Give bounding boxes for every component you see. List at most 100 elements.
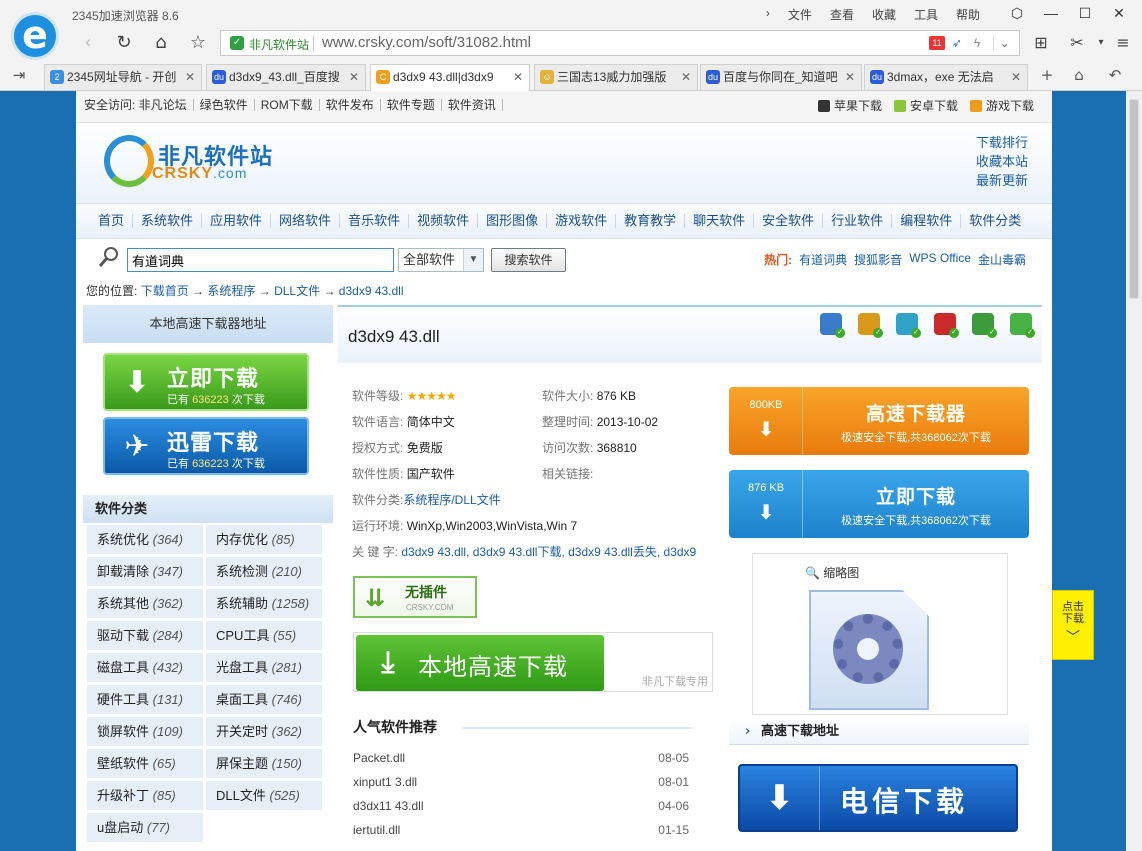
tab-2345[interactable]: 2 2345网址导航 - 开创 ✕	[44, 64, 202, 90]
tab-crsky[interactable]: C d3dx9 43.dll|d3dx9 ✕	[370, 64, 530, 92]
nav-education[interactable]: 教育教学	[616, 214, 686, 228]
fast-downloader-button[interactable]: 800KB ⬇ 高速下载器 极速安全下载,共368062次下载	[729, 387, 1029, 455]
category-item[interactable]: 开关定时 (362)	[206, 717, 322, 746]
back-icon[interactable]: ‹	[76, 32, 100, 54]
menu-favorites[interactable]: 收藏	[870, 6, 898, 23]
category-item[interactable]: 系统其他 (362)	[87, 589, 203, 618]
tab-manager-icon[interactable]: ⌂	[1068, 64, 1090, 86]
hot-item[interactable]: 金山毒霸	[978, 251, 1026, 268]
list-item[interactable]: Packet.dll 08-05	[353, 751, 689, 765]
category-item[interactable]: 系统优化 (364)	[87, 525, 203, 554]
more-menu-icon[interactable]: ≡	[1110, 32, 1136, 54]
instant-download-right-button[interactable]: 876 KB ⬇ 立即下载 极速安全下载,共368062次下载	[729, 470, 1029, 538]
nav-music[interactable]: 音乐软件	[340, 214, 410, 228]
menu-tools[interactable]: 工具	[912, 6, 940, 23]
rocket-icon[interactable]: ➶	[949, 36, 965, 50]
tab-close-icon[interactable]: ✕	[185, 65, 195, 89]
crumb-system[interactable]: 系统程序	[207, 284, 255, 298]
keyword-links[interactable]: d3dx9 43.dll, d3dx9 43.dll下载, d3dx9 43.d…	[401, 545, 696, 559]
minimize-icon[interactable]: —	[1034, 2, 1068, 24]
menu-help[interactable]: 帮助	[954, 6, 982, 23]
category-item[interactable]: 锁屏软件 (109)	[87, 717, 203, 746]
category-item[interactable]: 卸载清除 (347)	[87, 557, 203, 586]
brand-domain[interactable]: CRSKY.com	[152, 165, 247, 183]
category-item[interactable]: 磁盘工具 (432)	[87, 653, 203, 682]
category-item[interactable]: CPU工具 (55)	[206, 621, 322, 650]
category-item[interactable]: 内存优化 (85)	[206, 525, 322, 554]
toplink-rom[interactable]: ROM下载	[255, 99, 320, 111]
nav-categories[interactable]: 软件分类	[961, 214, 1029, 228]
tab-sanguo[interactable]: ☺ 三国志13威力加强版 ✕	[534, 64, 698, 90]
no-plugin-badge[interactable]: ⇊ 无插件 CRSKY.COM	[353, 576, 477, 618]
category-item[interactable]: 屏保主题 (150)	[206, 749, 322, 778]
address-dropdown-icon[interactable]: ⌄	[993, 36, 1015, 50]
lightning-icon[interactable]: ϟ	[969, 36, 985, 50]
list-item[interactable]: iertutil.dll 01-15	[353, 823, 689, 837]
floating-download-button[interactable]: 点击 下载 ﹀	[1052, 590, 1094, 660]
nav-video[interactable]: 视频软件	[409, 214, 479, 228]
sidebar-toggle-icon[interactable]: ⇥	[8, 64, 30, 86]
instant-download-button[interactable]: ⬇ 立即下载 已有 636223 次下载	[103, 353, 309, 411]
nav-system[interactable]: 系统软件	[133, 214, 203, 228]
search-scope-select[interactable]: 全部软件 ▼	[398, 248, 484, 272]
nav-security[interactable]: 安全软件	[754, 214, 824, 228]
crumb-current[interactable]: d3dx9 43.dll	[339, 284, 404, 298]
tab-baidu-zhidao[interactable]: du 百度与你同在_知道吧 ✕	[700, 64, 862, 90]
address-bar[interactable]: ✓ 非凡软件站 www.crsky.com/soft/31082.html 11…	[220, 30, 1020, 56]
category-item[interactable]: 硬件工具 (131)	[87, 685, 203, 714]
toplink-forum[interactable]: 安全访问: 非凡论坛	[84, 99, 194, 111]
toplink-publish[interactable]: 软件发布	[320, 99, 381, 111]
vertical-scrollbar[interactable]	[1126, 91, 1142, 851]
search-button[interactable]: 搜索软件	[491, 248, 566, 272]
list-item[interactable]: xinput1 3.dll 08-01	[353, 775, 689, 789]
telecom-download-button[interactable]: ⬇ 电信下载	[738, 764, 1018, 832]
menu-file[interactable]: 文件	[786, 6, 814, 23]
category-item[interactable]: 系统检测 (210)	[206, 557, 322, 586]
category-item[interactable]: 系统辅助 (1258)	[206, 589, 322, 618]
crsky-logo-icon[interactable]	[104, 135, 154, 187]
home-icon[interactable]: ⌂	[149, 32, 173, 54]
category-link[interactable]: 系统程序/DLL文件	[403, 493, 500, 507]
category-item[interactable]: 桌面工具 (746)	[206, 685, 322, 714]
hot-item[interactable]: 搜狐影音	[854, 251, 902, 268]
skin-icon[interactable]: ⬡	[1000, 2, 1034, 24]
nav-graphics[interactable]: 图形图像	[478, 214, 548, 228]
apple-download-link[interactable]: 苹果下载	[817, 99, 882, 113]
tab-close-icon[interactable]: ✕	[349, 65, 359, 89]
undo-close-icon[interactable]: ↶	[1104, 64, 1126, 86]
url-text[interactable]: www.crsky.com/soft/31082.html	[322, 34, 531, 51]
tab-close-icon[interactable]: ✕	[681, 65, 691, 89]
nav-network[interactable]: 网络软件	[271, 214, 341, 228]
category-item[interactable]: 升级补丁 (85)	[87, 781, 203, 810]
favorite-star-icon[interactable]: ☆	[186, 32, 210, 54]
nav-chat[interactable]: 聊天软件	[685, 214, 755, 228]
toplink-topics[interactable]: 软件专题	[381, 99, 442, 111]
close-window-icon[interactable]: ✕	[1102, 2, 1136, 24]
hot-item[interactable]: WPS Office	[909, 251, 971, 268]
tab-3dmax[interactable]: du 3dmax，exe 无法启 ✕	[864, 64, 1028, 90]
calendar-icon[interactable]: 11	[929, 36, 945, 50]
new-tab-icon[interactable]: +	[1036, 64, 1058, 86]
refresh-icon[interactable]: ↻	[112, 32, 136, 54]
link-download-rank[interactable]: 下载排行	[976, 133, 1028, 152]
local-download-button[interactable]: ⤓ 本地高速下载	[356, 635, 604, 691]
screenshot-scissors-icon[interactable]: ✂	[1064, 32, 1090, 54]
apps-grid-icon[interactable]: ⊞	[1028, 32, 1054, 54]
scrollbar-thumb[interactable]	[1129, 99, 1139, 299]
search-input[interactable]	[127, 248, 394, 272]
category-item[interactable]: u盘启动 (77)	[87, 813, 203, 842]
category-item[interactable]: 壁纸软件 (65)	[87, 749, 203, 778]
tab-close-icon[interactable]: ✕	[845, 65, 855, 89]
link-bookmark-site[interactable]: 收藏本站	[976, 152, 1028, 171]
crumb-home[interactable]: 下载首页	[141, 284, 189, 298]
nav-apps[interactable]: 应用软件	[202, 214, 272, 228]
nav-home[interactable]: 首页	[90, 214, 134, 228]
category-item[interactable]: 驱动下载 (284)	[87, 621, 203, 650]
android-download-link[interactable]: 安卓下载	[893, 99, 958, 113]
menu-view[interactable]: 查看	[828, 6, 856, 23]
thunder-download-button[interactable]: ✈ 迅雷下载 已有 636223 次下载	[103, 417, 309, 475]
nav-games[interactable]: 游戏软件	[547, 214, 617, 228]
category-item[interactable]: 光盘工具 (281)	[206, 653, 322, 682]
tab-baidu-search[interactable]: du d3dx9_43.dll_百度搜 ✕	[206, 64, 366, 90]
nav-industry[interactable]: 行业软件	[823, 214, 893, 228]
